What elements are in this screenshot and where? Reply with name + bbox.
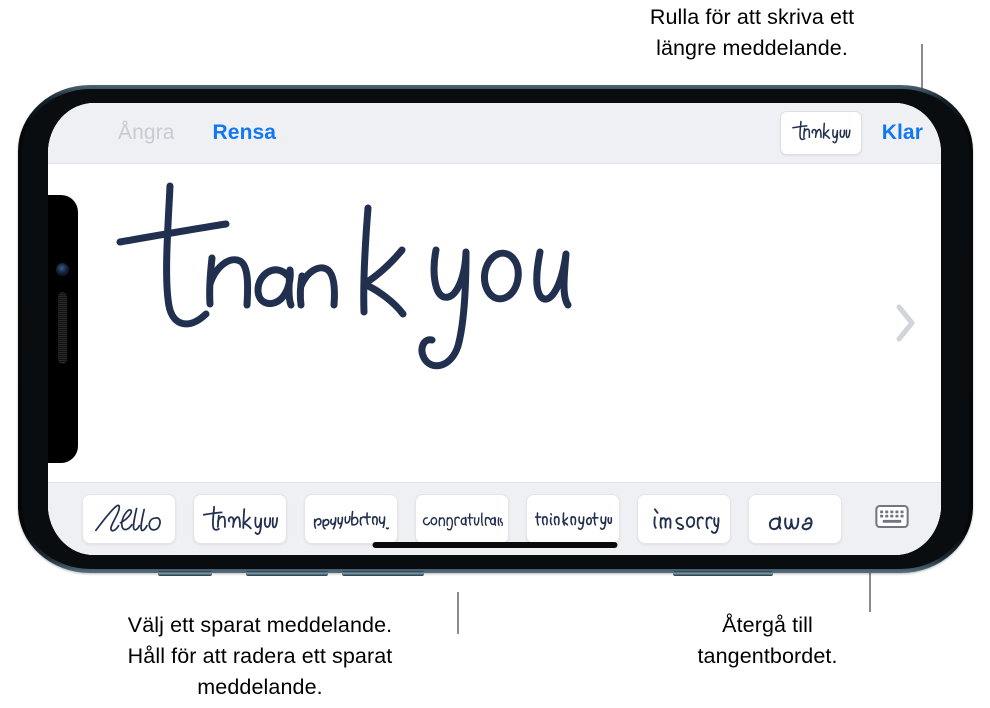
toolbar-right-group: Klar [779, 111, 923, 155]
home-indicator[interactable] [372, 542, 617, 548]
undo-button[interactable]: Ångra [118, 121, 175, 145]
saved-imsorry-handwriting [648, 504, 720, 534]
saved-hello-handwriting [91, 501, 167, 537]
device-notch [48, 195, 78, 463]
saved-message-congratulations[interactable] [415, 494, 509, 544]
saved-congratulations-handwriting [421, 505, 503, 533]
saved-message-thank-you[interactable] [193, 494, 287, 544]
mute-switch[interactable] [158, 571, 212, 576]
callout-saved-messages-hint: Välj ett sparat meddelande. Håll för att… [127, 613, 393, 699]
saved-awe-handwriting [764, 504, 826, 534]
keyboard-button[interactable] [869, 502, 915, 536]
chevron-right-icon[interactable] [893, 301, 919, 345]
saved-message-thinking-of-you[interactable] [526, 494, 620, 544]
callout-scroll-hint: Rulla för att skriva ett längre meddelan… [649, 5, 855, 60]
saved-messages-strip[interactable] [48, 482, 941, 555]
keyboard-icon [875, 504, 909, 534]
leader-line-saved-messages [457, 592, 459, 634]
saved-message-happy-birthday[interactable] [304, 494, 398, 544]
clear-button[interactable]: Rensa [213, 121, 277, 145]
phone-screen: Ångra Rensa Klar [48, 103, 941, 555]
front-camera-icon [56, 263, 69, 276]
thumbnail-handwriting [790, 118, 852, 149]
volume-up-button[interactable] [246, 571, 328, 576]
saved-message-hello[interactable] [82, 494, 176, 544]
done-button[interactable]: Klar [882, 121, 923, 145]
handwriting-stroke [106, 166, 636, 401]
handwriting-canvas[interactable] [48, 164, 941, 482]
phone-bezel: Ångra Rensa Klar [22, 89, 969, 569]
saved-message-awe[interactable] [748, 494, 842, 544]
side-power-button[interactable] [673, 571, 773, 576]
saved-happybirthday-handwriting [311, 506, 391, 532]
volume-down-button[interactable] [342, 571, 424, 576]
saved-thinkingofyou-handwriting [533, 506, 613, 532]
handwriting-app: Ångra Rensa Klar [48, 103, 941, 555]
app-toolbar: Ångra Rensa Klar [48, 103, 941, 164]
earpiece-speaker [58, 292, 67, 364]
saved-message-im-sorry[interactable] [637, 494, 731, 544]
saved-thankyou-handwriting [200, 502, 280, 536]
phone-frame: Ångra Rensa Klar [18, 85, 973, 576]
callout-keyboard-hint: Återgå till tangentbordet. [697, 613, 838, 668]
iphone-device: Ångra Rensa Klar [18, 85, 973, 576]
current-message-thumbnail[interactable] [779, 111, 862, 155]
